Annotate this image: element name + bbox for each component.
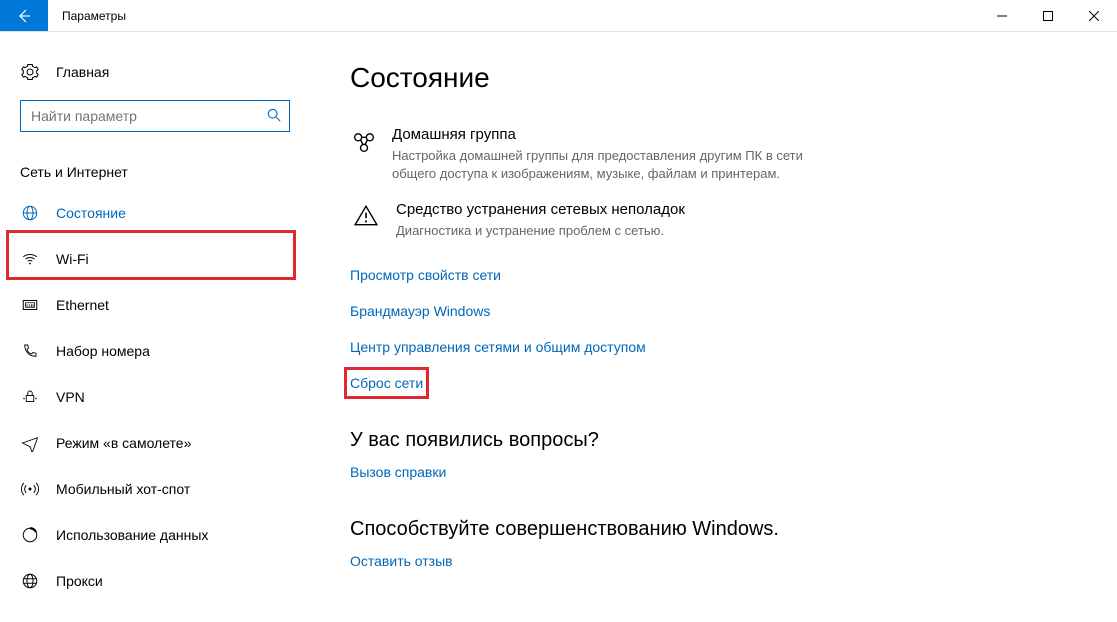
minimize-icon: [997, 11, 1007, 21]
troubleshoot-block[interactable]: Средство устранения сетевых неполадок Ди…: [350, 199, 830, 256]
close-icon: [1089, 11, 1099, 21]
data-usage-icon: [20, 526, 40, 544]
sidebar-item-ethernet[interactable]: Ethernet: [0, 282, 310, 328]
ethernet-icon: [20, 296, 40, 314]
link-view-network-properties[interactable]: Просмотр свойств сети: [350, 257, 501, 293]
sidebar-item-label: Wi-Fi: [56, 251, 89, 267]
sidebar-item-proxy[interactable]: Прокси: [0, 558, 310, 604]
sidebar-item-vpn[interactable]: VPN: [0, 374, 310, 420]
link-network-reset[interactable]: Сброс сети: [350, 365, 423, 401]
sidebar-item-wifi[interactable]: Wi-Fi: [0, 236, 310, 282]
sidebar-section-header: Сеть и Интернет: [0, 146, 310, 190]
sidebar-item-label: Прокси: [56, 573, 103, 589]
sidebar-item-data-usage[interactable]: Использование данных: [0, 512, 310, 558]
sidebar-home-label: Главная: [56, 64, 109, 80]
sidebar: Главная Сеть и Интернет Состояние Wi-Fi: [0, 32, 310, 622]
minimize-button[interactable]: [979, 0, 1025, 31]
feedback-heading: Способствуйте совершенствованию Windows.: [350, 518, 1077, 541]
sidebar-item-label: Набор номера: [56, 343, 150, 359]
window-title: Параметры: [48, 0, 979, 31]
maximize-button[interactable]: [1025, 0, 1071, 31]
sidebar-item-label: Мобильный хот-спот: [56, 481, 190, 497]
homegroup-desc: Настройка домашней группы для предоставл…: [392, 147, 830, 183]
arrow-left-icon: [16, 8, 32, 24]
wifi-icon: [20, 250, 40, 268]
main-content: Состояние Домашняя группа Настройка дома…: [310, 32, 1117, 622]
vpn-icon: [20, 388, 40, 406]
sidebar-item-label: Использование данных: [56, 527, 208, 543]
link-windows-firewall[interactable]: Брандмауэр Windows: [350, 293, 490, 329]
sidebar-item-label: Режим «в самолете»: [56, 435, 191, 451]
homegroup-icon: [350, 126, 378, 156]
globe-icon: [20, 204, 40, 222]
page-heading: Состояние: [350, 62, 1077, 94]
gear-icon: [20, 63, 40, 81]
troubleshoot-text: Средство устранения сетевых неполадок Ди…: [396, 201, 685, 240]
sidebar-item-label: Состояние: [56, 205, 126, 221]
app-body: Главная Сеть и Интернет Состояние Wi-Fi: [0, 32, 1117, 622]
link-network-sharing-center[interactable]: Центр управления сетями и общим доступом: [350, 329, 646, 365]
phone-icon: [20, 342, 40, 360]
sidebar-item-dialup[interactable]: Набор номера: [0, 328, 310, 374]
hotspot-icon: [20, 480, 40, 498]
sidebar-home[interactable]: Главная: [0, 52, 310, 92]
close-button[interactable]: [1071, 0, 1117, 31]
back-button[interactable]: [0, 0, 48, 31]
sidebar-item-label: Ethernet: [56, 297, 109, 313]
questions-heading: У вас появились вопросы?: [350, 429, 1077, 452]
proxy-icon: [20, 572, 40, 590]
titlebar: Параметры: [0, 0, 1117, 32]
warning-icon: [350, 201, 382, 229]
sidebar-item-airplane[interactable]: Режим «в самолете»: [0, 420, 310, 466]
sidebar-item-hotspot[interactable]: Мобильный хот-спот: [0, 466, 310, 512]
maximize-icon: [1043, 11, 1053, 21]
airplane-icon: [20, 434, 40, 452]
window-controls: [979, 0, 1117, 31]
search-icon: [267, 108, 281, 125]
troubleshoot-title: Средство устранения сетевых неполадок: [396, 201, 685, 218]
homegroup-text: Домашняя группа Настройка домашней групп…: [392, 126, 830, 183]
search-input[interactable]: [29, 107, 267, 125]
homegroup-block[interactable]: Домашняя группа Настройка домашней групп…: [350, 124, 830, 199]
sidebar-item-status[interactable]: Состояние: [0, 190, 310, 236]
homegroup-title: Домашняя группа: [392, 126, 830, 143]
sidebar-item-label: VPN: [56, 389, 85, 405]
link-get-help[interactable]: Вызов справки: [350, 454, 446, 490]
link-leave-feedback[interactable]: Оставить отзыв: [350, 543, 453, 579]
troubleshoot-desc: Диагностика и устранение проблем с сетью…: [396, 222, 685, 240]
search-box[interactable]: [20, 100, 290, 132]
